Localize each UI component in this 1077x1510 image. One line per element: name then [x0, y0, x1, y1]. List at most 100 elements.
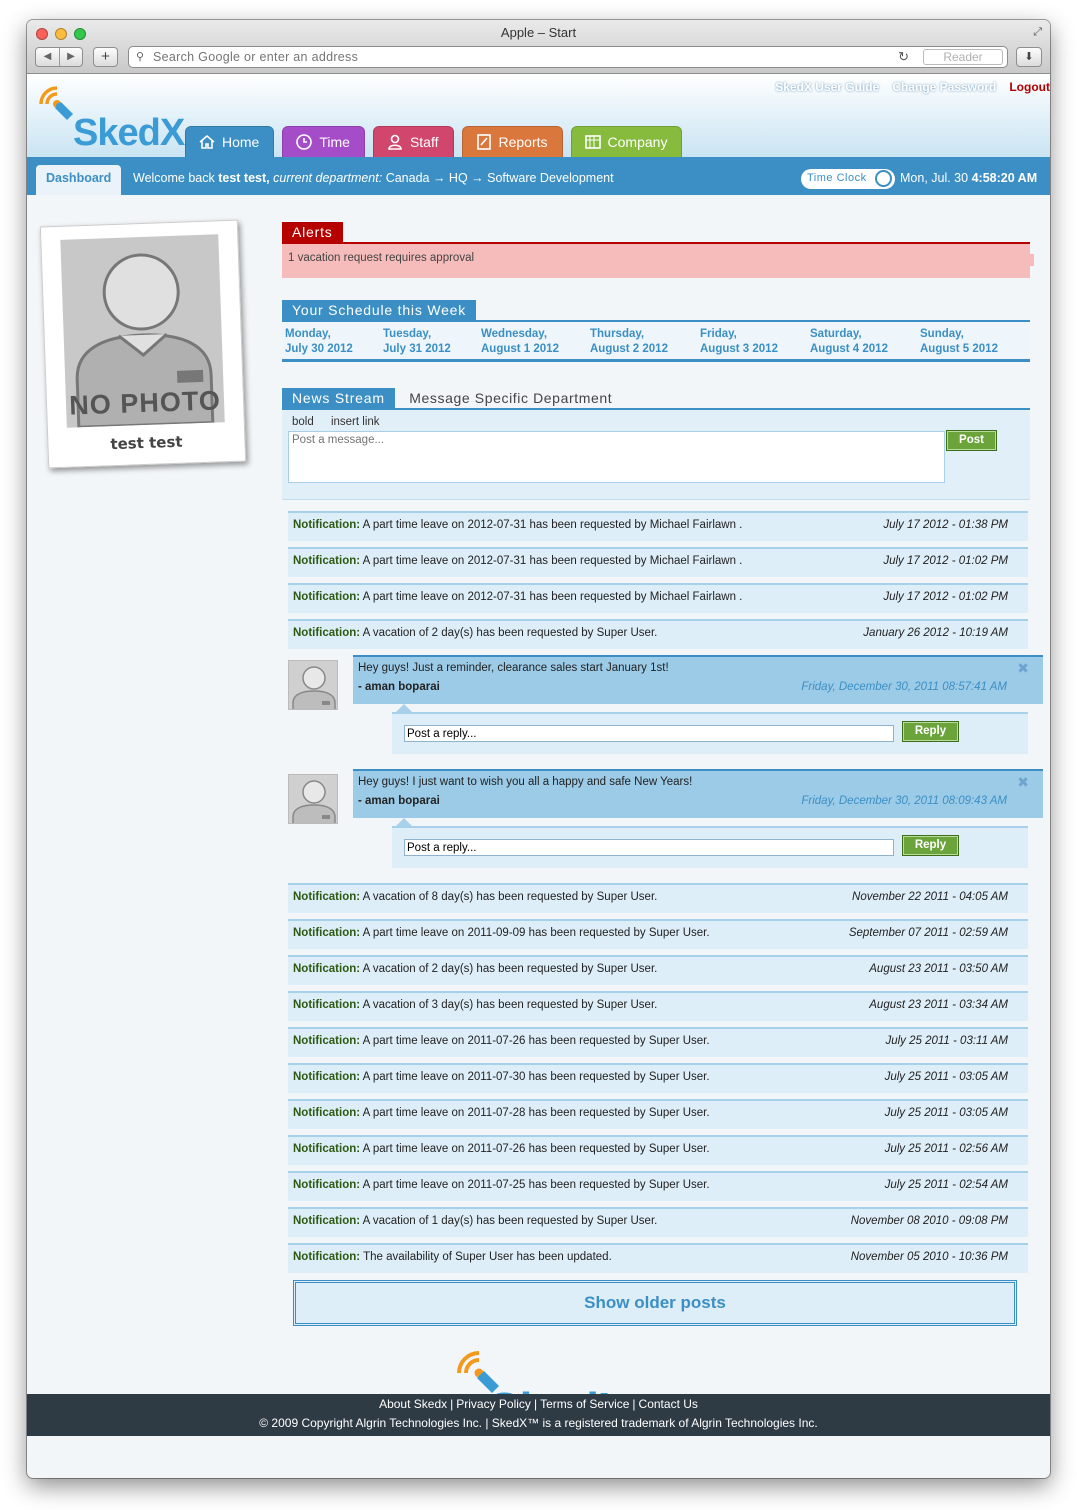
schedule-day-name: Tuesday,	[383, 328, 432, 340]
tab-dashboard[interactable]: Dashboard	[36, 165, 122, 195]
schedule-day[interactable]: Thursday, August 2 2012	[587, 322, 697, 360]
post-button[interactable]: Post	[946, 430, 997, 451]
notification-row: Notification: A vacation of 2 day(s) has…	[288, 952, 1046, 988]
terms-link[interactable]: Terms of Service	[540, 1397, 629, 1411]
clock-icon	[296, 134, 313, 150]
notification-label: Notification:	[293, 1179, 361, 1191]
current-time: 4:58:20 AM	[971, 171, 1038, 185]
tab-home[interactable]: Home	[185, 126, 275, 157]
schedule-day-name: Monday,	[285, 328, 331, 340]
news-title[interactable]: News Stream	[282, 388, 395, 408]
address-bar: ⚲ ↻ Reader	[128, 46, 1008, 68]
browser-window: Apple – Start ⤢ ◀ ▶ + ⚲ ↻ Reader ⬇ SkedX	[27, 20, 1050, 1478]
tab-reports[interactable]: Reports	[461, 126, 563, 157]
notification-row: Notification: A part time leave on 2012-…	[288, 508, 1046, 544]
news-stream-panel: News Stream Message Specific Department …	[282, 388, 1046, 500]
logout-link[interactable]: Logout	[1009, 80, 1050, 94]
schedule-day-date: August 1 2012	[481, 343, 559, 355]
schedule-day[interactable]: Friday, August 3 2012	[697, 322, 807, 360]
alerts-title: Alerts	[282, 222, 343, 242]
schedule-day-date: July 31 2012	[383, 343, 451, 355]
tab-company[interactable]: Company	[570, 126, 683, 157]
department-path: Canada → HQ → Software Development	[385, 171, 614, 185]
stopwatch-icon	[875, 170, 892, 187]
delete-post-icon[interactable]: ✖	[1017, 774, 1029, 791]
notification-label: Notification:	[293, 963, 361, 975]
back-arrow-icon[interactable]: ◀	[36, 48, 59, 66]
schedule-day[interactable]: Sunday, August 5 2012	[917, 322, 1030, 360]
skedx-logo[interactable]: SkedX	[35, 82, 185, 154]
logo-wordmark: SkedX	[73, 112, 185, 154]
contact-link[interactable]: Contact Us	[639, 1397, 698, 1411]
reply-input[interactable]	[404, 839, 894, 856]
reload-icon[interactable]: ↻	[898, 49, 909, 65]
tab-staff[interactable]: Staff	[372, 126, 454, 157]
notification-text: A part time leave on 2012-07-31 has been…	[362, 555, 743, 567]
tab-time[interactable]: Time	[282, 126, 365, 157]
notification-row: Notification: A part time leave on 2011-…	[288, 1096, 1046, 1132]
avatar[interactable]	[288, 660, 338, 710]
notification-label: Notification:	[293, 1107, 361, 1119]
schedule-panel: Your Schedule this Week Monday, July 30 2…	[282, 300, 1046, 362]
notification-label: Notification:	[293, 555, 361, 567]
page-content: NO PHOTO test test Alerts 1 vacation req…	[27, 195, 1050, 1436]
top-links: SkedX User Guide Change Password Logout	[775, 80, 1050, 94]
schedule-day[interactable]: Saturday, August 4 2012	[807, 322, 917, 360]
fullscreen-icon[interactable]: ⤢	[1033, 26, 1042, 39]
bold-button[interactable]: bold	[292, 416, 314, 428]
message-date: Friday, December 30, 2011 08:09:43 AM	[801, 795, 1007, 807]
message-author[interactable]: - aman boparai	[358, 681, 440, 693]
tab-reports-label: Reports	[498, 134, 548, 150]
reply-input[interactable]	[404, 725, 894, 742]
schedule-day[interactable]: Tuesday, July 31 2012	[380, 322, 478, 360]
delete-post-icon[interactable]: ✖	[1017, 660, 1029, 677]
notification-row: Notification: A part time leave on 2012-…	[288, 580, 1046, 616]
notification-label: Notification:	[293, 519, 361, 531]
user-guide-link[interactable]: SkedX User Guide	[775, 80, 879, 94]
alert-message[interactable]: 1 vacation request requires approval	[282, 242, 1030, 278]
calendar-icon	[584, 135, 601, 149]
message-input[interactable]	[288, 431, 945, 483]
change-password-link[interactable]: Change Password	[892, 80, 996, 94]
show-older-posts-button[interactable]: Show older posts	[293, 1280, 1017, 1326]
window-title: Apple – Start	[500, 25, 577, 40]
notification-date: July 25 2011 - 03:11 AM	[885, 1035, 1008, 1047]
add-bookmark-button[interactable]: +	[93, 47, 118, 67]
reply-button[interactable]: Reply	[902, 835, 959, 856]
notification-label: Notification:	[293, 999, 361, 1011]
notification-date: July 17 2012 - 01:02 PM	[883, 591, 1008, 603]
message-author[interactable]: - aman boparai	[358, 795, 440, 807]
department-label: current department:	[273, 171, 383, 185]
profile-photo[interactable]: NO PHOTO	[60, 234, 225, 428]
address-input[interactable]	[153, 49, 913, 65]
privacy-link[interactable]: Privacy Policy	[456, 1397, 531, 1411]
notification-text: A part time leave on 2012-07-31 has been…	[362, 519, 743, 531]
notification-date: August 23 2011 - 03:34 AM	[869, 999, 1008, 1011]
reply-box: Reply	[392, 818, 1028, 868]
schedule-day[interactable]: Monday, July 30 2012	[282, 322, 380, 360]
insert-link-button[interactable]: insert link	[331, 416, 380, 428]
tab-staff-label: Staff	[409, 134, 439, 150]
schedule-day[interactable]: Wednesday, August 1 2012	[478, 322, 587, 360]
composer-toolbar: bold insert link	[292, 416, 394, 428]
message-text: Hey guys! Just a reminder, clearance sal…	[358, 662, 669, 674]
notification-text-wrap: Notification: A part time leave on 2012-…	[293, 591, 742, 603]
reply-button[interactable]: Reply	[902, 721, 959, 742]
notification-date: July 25 2011 - 02:56 AM	[884, 1143, 1008, 1155]
notification-text-wrap: Notification: A part time leave on 2012-…	[293, 519, 742, 531]
reader-button[interactable]: Reader	[923, 49, 1003, 65]
notification-text: A vacation of 2 day(s) has been requeste…	[362, 627, 658, 639]
sub-navigation-bar: Dashboard Welcome back test test, curren…	[27, 157, 1050, 195]
downloads-icon[interactable]: ⬇	[1016, 47, 1042, 67]
notification-row: Notification: A part time leave on 2011-…	[288, 1060, 1046, 1096]
about-link[interactable]: About Skedx	[379, 1397, 447, 1411]
notification-text: A part time leave on 2011-07-26 has been…	[362, 1035, 710, 1047]
notification-label: Notification:	[293, 1215, 361, 1227]
avatar[interactable]	[288, 774, 338, 824]
tab-home-label: Home	[222, 134, 260, 150]
message-department-tab[interactable]: Message Specific Department	[409, 390, 612, 406]
schedule-day-name: Friday,	[700, 328, 737, 340]
notification-row: Notification: A part time leave on 2011-…	[288, 1132, 1046, 1168]
forward-arrow-icon[interactable]: ▶	[59, 48, 82, 66]
time-clock-button[interactable]: Time Clock	[801, 169, 895, 189]
